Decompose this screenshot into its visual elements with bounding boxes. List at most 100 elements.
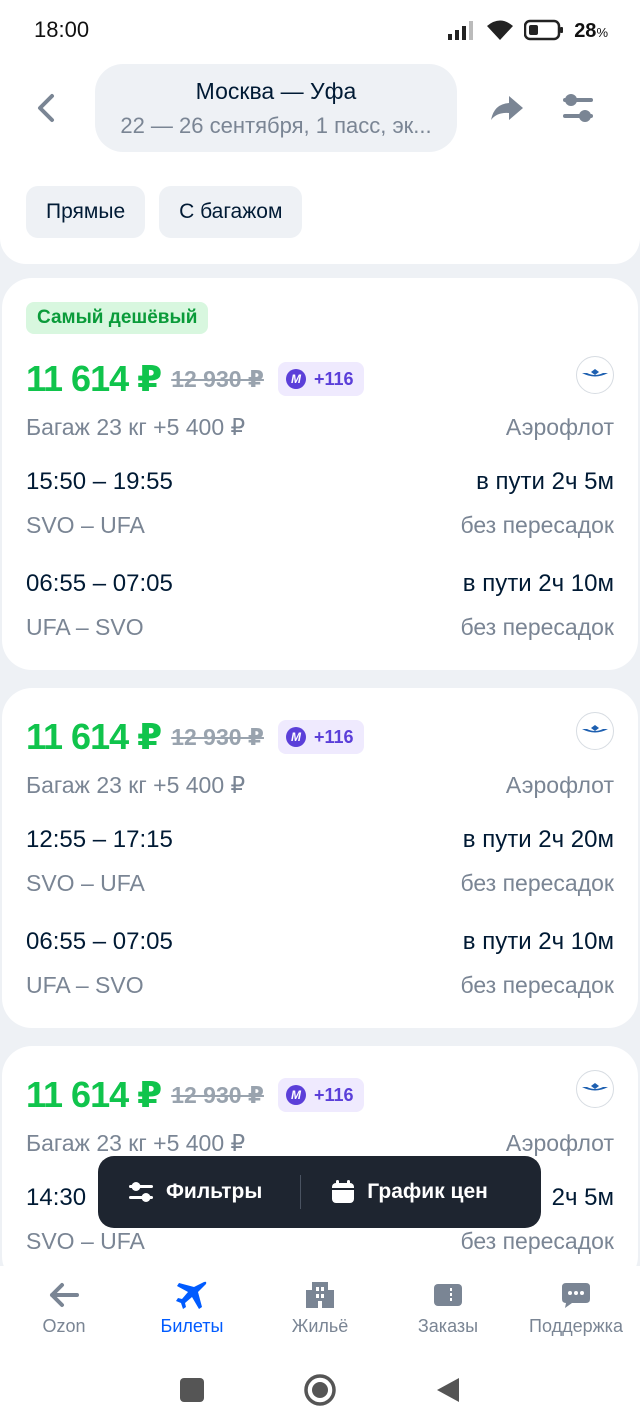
back-triangle-icon[interactable] (435, 1376, 461, 1404)
nav-label: Заказы (417, 1316, 479, 1336)
price-row: 11 614 ₽ 12 930 ₽ M +116 (26, 1074, 364, 1116)
baggage-info: Багаж 23 кг +5 400 ₽ (26, 414, 246, 440)
airline-name: Аэрофлот (505, 1130, 614, 1156)
status-icons: 28% (448, 17, 608, 43)
bonus-value: +116 (313, 368, 354, 389)
nav-label: Билеты (160, 1316, 224, 1336)
bonus-icon: M (285, 369, 306, 389)
leg-route: UFA – SVO (26, 614, 144, 640)
baggage-info: Багаж 23 кг +5 400 ₽ (26, 1130, 246, 1156)
leg-route-row: SVO – UFA без пересадок (26, 870, 614, 897)
flight-card[interactable]: 11 614 ₽ 12 930 ₽ M +116 Багаж 23 кг +5 4… (2, 688, 638, 1028)
airline-logo-icon (576, 1070, 614, 1108)
route-summary[interactable]: Москва — Уфа 22 — 26 сентября, 1 пасс, э… (95, 64, 457, 152)
bottom-navigation: Ozon Билеты Жильё Заказы Поддержка (0, 1266, 640, 1356)
floating-actions-bar: Фильтры График цен (98, 1156, 541, 1228)
price: 11 614 ₽ (26, 358, 162, 399)
nav-item-support[interactable]: Поддержка (512, 1280, 640, 1337)
leg-times-row: 06:55 – 07:05 в пути 2ч 10м (26, 928, 614, 956)
nav-label: Ozon (42, 1316, 86, 1336)
bonus-icon: M (285, 1085, 306, 1105)
battery-icon (524, 19, 564, 41)
leg-stops: без пересадок (460, 1228, 614, 1254)
baggage-row: Багаж 23 кг +5 400 ₽ Аэрофлот (26, 414, 614, 441)
nav-item-orders[interactable]: Заказы (384, 1280, 512, 1337)
leg-stops: без пересадок (460, 512, 614, 538)
leg-route-row: SVO – UFA без пересадок (26, 512, 614, 539)
quick-filters: Прямые С багажом (26, 186, 303, 238)
filters-button[interactable]: Фильтры (128, 1180, 262, 1204)
system-navigation (0, 1356, 640, 1423)
leg-times-row: 12:55 – 17:15 в пути 2ч 20м (26, 826, 614, 854)
leg-route: UFA – SVO (26, 972, 144, 998)
leg-times-row: 06:55 – 07:05 в пути 2ч 10м (26, 570, 614, 598)
route-title: Москва — Уфа (195, 78, 357, 104)
price-row: 11 614 ₽ 12 930 ₽ M +116 (26, 716, 364, 758)
leg-times: 12:55 – 17:15 (26, 826, 173, 853)
status-time: 18:00 (34, 17, 90, 42)
divider (300, 1175, 302, 1209)
leg-times: 06:55 – 07:05 (26, 928, 173, 955)
price-chart-button[interactable]: График цен (331, 1180, 488, 1204)
building-icon (306, 1282, 334, 1308)
leg-duration: 2ч 5м (551, 1184, 614, 1211)
leg-stops: без пересадок (460, 614, 614, 640)
filter-chip-direct[interactable]: Прямые (26, 186, 146, 238)
nav-item-housing[interactable]: Жильё (256, 1280, 384, 1337)
filter-chip-baggage[interactable]: С багажом (159, 186, 303, 238)
home-icon[interactable] (303, 1373, 337, 1407)
airline-logo-icon (576, 712, 614, 750)
signal-icon (448, 21, 474, 40)
back-arrow-icon[interactable] (28, 88, 64, 128)
status-bar: 18:00 28% (0, 0, 640, 60)
leg-times: 14:30 (26, 1184, 87, 1211)
recent-apps-icon[interactable] (179, 1377, 205, 1403)
wifi-icon (487, 20, 514, 40)
old-price: 12 930 ₽ (171, 723, 264, 750)
airline-name: Аэрофлот (505, 414, 614, 440)
nav-label: Жильё (291, 1316, 349, 1336)
filters-label: Фильтры (166, 1180, 263, 1203)
leg-duration: в пути 2ч 10м (462, 570, 614, 597)
nav-item-tickets[interactable]: Билеты (128, 1280, 256, 1337)
nav-item-ozon[interactable]: Ozon (0, 1280, 128, 1337)
bonus-points: M +116 (277, 1078, 364, 1112)
leg-duration: в пути 2ч 20м (462, 826, 614, 853)
leg-route-row: SVO – UFA без пересадок (26, 1228, 614, 1255)
leg-duration: в пути 2ч 10м (462, 928, 614, 955)
bonus-points: M +116 (277, 362, 364, 396)
bonus-value: +116 (313, 726, 354, 747)
leg-route: SVO – UFA (26, 870, 145, 896)
baggage-info: Багаж 23 кг +5 400 ₽ (26, 772, 246, 798)
price: 11 614 ₽ (26, 1074, 162, 1115)
filter-icon (129, 1182, 153, 1202)
leg-route-row: UFA – SVO без пересадок (26, 972, 614, 999)
baggage-row: Багаж 23 кг +5 400 ₽ Аэрофлот (26, 1130, 614, 1157)
baggage-row: Багаж 23 кг +5 400 ₽ Аэрофлот (26, 772, 614, 799)
search-header: Москва — Уфа 22 — 26 сентября, 1 пасс, э… (0, 60, 640, 264)
bonus-value: +116 (313, 1084, 354, 1105)
leg-stops: без пересадок (460, 972, 614, 998)
leg-route: SVO – UFA (26, 512, 145, 538)
sliders-icon[interactable] (559, 88, 597, 128)
cheapest-badge: Самый дешёвый (26, 302, 209, 334)
leg-route: SVO – UFA (26, 1228, 145, 1254)
leg-stops: без пересадок (460, 870, 614, 896)
old-price: 12 930 ₽ (171, 365, 264, 392)
plane-icon (176, 1281, 207, 1309)
flight-card[interactable]: Самый дешёвый 11 614 ₽ 12 930 ₽ M +116 Ба… (2, 278, 638, 670)
nav-label: Поддержка (529, 1316, 623, 1336)
share-icon[interactable] (487, 88, 527, 128)
old-price: 12 930 ₽ (171, 1081, 264, 1108)
leg-times-row: 15:50 – 19:55 в пути 2ч 5м (26, 468, 614, 496)
chat-icon (562, 1283, 590, 1308)
bonus-points: M +116 (277, 720, 364, 754)
leg-duration: в пути 2ч 5м (476, 468, 614, 495)
airline-name: Аэрофлот (505, 772, 614, 798)
leg-times: 15:50 – 19:55 (26, 468, 173, 495)
leg-times: 06:55 – 07:05 (26, 570, 173, 597)
price-row: 11 614 ₽ 12 930 ₽ M +116 (26, 358, 364, 400)
battery-percent-sign: % (596, 25, 608, 40)
calendar-icon (332, 1180, 355, 1203)
battery-level: 28 (574, 20, 597, 42)
